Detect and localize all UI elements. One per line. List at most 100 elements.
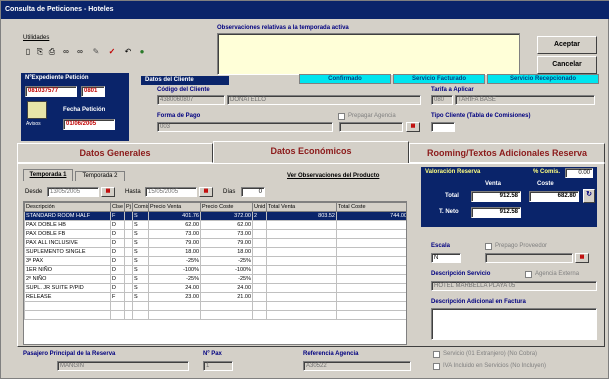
prepago-calendar-icon[interactable]: ▦ [575,253,589,263]
grid-cell[interactable]: D [110,256,125,266]
grid-cell[interactable]: S [132,292,149,302]
grid-cell[interactable] [252,247,267,257]
grid-cell[interactable]: 73.00 [148,229,201,239]
grid-cell[interactable] [252,301,267,311]
grid-cell[interactable] [124,310,133,320]
tab-rooming[interactable]: Rooming/Textos Adicionales Reserva [409,143,605,163]
tool-icon[interactable]: ✎ [91,47,101,57]
servicio-checkbox[interactable] [433,351,440,358]
binoculars-2-icon[interactable]: ∞ [75,47,85,57]
print-icon[interactable]: ⎙ [47,47,57,57]
grid-cell[interactable]: S [132,247,149,257]
file-icon[interactable]: ▯ [23,47,33,57]
grid-row[interactable]: 1ER NIÑO D S -100% -100% [24,265,406,275]
grid-cell[interactable]: -25% [148,256,201,266]
grid-header-cell[interactable]: Total Coste [336,202,406,212]
escala-select[interactable]: N [431,253,461,263]
grid-cell[interactable] [336,229,406,239]
grid-cell[interactable] [266,283,337,293]
grid-cell[interactable] [124,256,133,266]
grid-cell[interactable]: STANDARD ROOM HALF [24,211,111,221]
grid-cell[interactable]: 62.00 [200,220,253,230]
grid-cell[interactable] [24,310,111,320]
grid-cell[interactable] [252,238,267,248]
grid-cell[interactable] [336,283,406,293]
grid-cell[interactable]: D [110,274,125,284]
agencia-checkbox[interactable] [525,271,532,278]
observaciones-scrollbar[interactable] [519,33,529,75]
grid-cell[interactable] [124,301,133,311]
globe-icon[interactable]: ● [137,47,147,57]
grid-cell[interactable]: PAX DOBLE HB [24,220,111,230]
grid-cell[interactable]: S [132,283,149,293]
grid-cell[interactable] [266,229,337,239]
undo-icon[interactable]: ↶ [123,47,133,57]
grid-cell[interactable]: D [110,238,125,248]
grid-cell[interactable] [148,301,201,311]
grid-cell[interactable]: 18.00 [200,247,253,257]
grid-cell[interactable]: 21.00 [200,292,253,302]
comis-field[interactable]: 0.00 [565,168,593,178]
grid-cell[interactable]: -25% [200,256,253,266]
grid-row[interactable]: 3ª PAX D S -25% -25% [24,256,406,266]
grid-cell[interactable] [252,265,267,275]
grid-cell[interactable] [110,301,125,311]
grid-cell[interactable] [252,283,267,293]
grid-cell[interactable] [124,265,133,275]
grid-cell[interactable]: S [132,265,149,275]
grid-cell[interactable] [252,274,267,284]
calendar-icon[interactable]: ▦ [406,122,420,132]
grid-cell[interactable]: 3ª PAX [24,256,111,266]
grid-cell[interactable]: 24.00 [148,283,201,293]
grid-cell[interactable] [336,256,406,266]
observaciones-textarea[interactable] [217,33,529,75]
grid-cell[interactable] [266,265,337,275]
grid-cell[interactable]: -100% [200,265,253,275]
grid-cell[interactable] [124,274,133,284]
grid-cell[interactable] [336,274,406,284]
grid-header-cell[interactable]: Precio Coste [200,202,253,212]
grid-row[interactable]: SUPLEMENTO SINGLE D S 18.00 18.00 [24,247,406,257]
grid-cell[interactable] [200,310,253,320]
grid-cell[interactable] [266,310,337,320]
grid-header-cell[interactable]: Descripción [24,202,111,212]
grid-cell[interactable]: 2º NIÑO [24,274,111,284]
grid-header-cell[interactable]: Pj [124,202,133,212]
grid-cell[interactable]: SUPLEMENTO SINGLE [24,247,111,257]
rates-grid[interactable]: Descripción Clse Pj Comis Precio Venta Precio… [23,201,407,345]
recalc-icon[interactable]: ↻ [583,189,595,203]
iva-checkbox[interactable] [433,363,440,370]
grid-cell[interactable] [132,301,149,311]
grid-row[interactable] [24,301,406,311]
grid-cell[interactable]: -100% [148,265,201,275]
grid-cell[interactable]: 24.00 [200,283,253,293]
grid-row[interactable] [24,310,406,320]
grid-cell[interactable]: RELEASE [24,292,111,302]
grid-cell[interactable] [124,211,133,221]
tab-datos-generales[interactable]: Datos Generales [17,143,213,163]
grid-cell[interactable]: F [110,211,125,221]
grid-cell[interactable]: D [110,283,125,293]
grid-cell[interactable]: S [132,256,149,266]
copy-icon[interactable]: ⎘ [35,47,45,57]
grid-header-cell[interactable]: Precio Venta [148,202,201,212]
grid-cell[interactable] [266,220,337,230]
grid-cell[interactable]: 62.00 [148,220,201,230]
grid-cell[interactable]: 803.52 [266,211,337,221]
grid-cell[interactable] [252,292,267,302]
grid-cell[interactable] [24,301,111,311]
grid-row[interactable]: SUPL. JR SUITE P/PID D S 24.00 24.00 [24,283,406,293]
grid-cell[interactable]: S [132,229,149,239]
grid-cell[interactable] [336,292,406,302]
adicional-textarea[interactable] [431,308,597,340]
check-icon[interactable]: ✓ [107,47,117,57]
grid-cell[interactable]: PAX DOBLE FB [24,229,111,239]
grid-cell[interactable]: PAX ALL INCLUSIVE [24,238,111,248]
grid-cell[interactable] [252,220,267,230]
prepago-checkbox[interactable] [485,243,492,250]
grid-cell[interactable]: 401.76 [148,211,201,221]
avisos-icon[interactable] [27,101,47,119]
grid-cell[interactable] [124,238,133,248]
grid-cell[interactable]: D [110,247,125,257]
prepagar-checkbox[interactable] [338,113,345,120]
